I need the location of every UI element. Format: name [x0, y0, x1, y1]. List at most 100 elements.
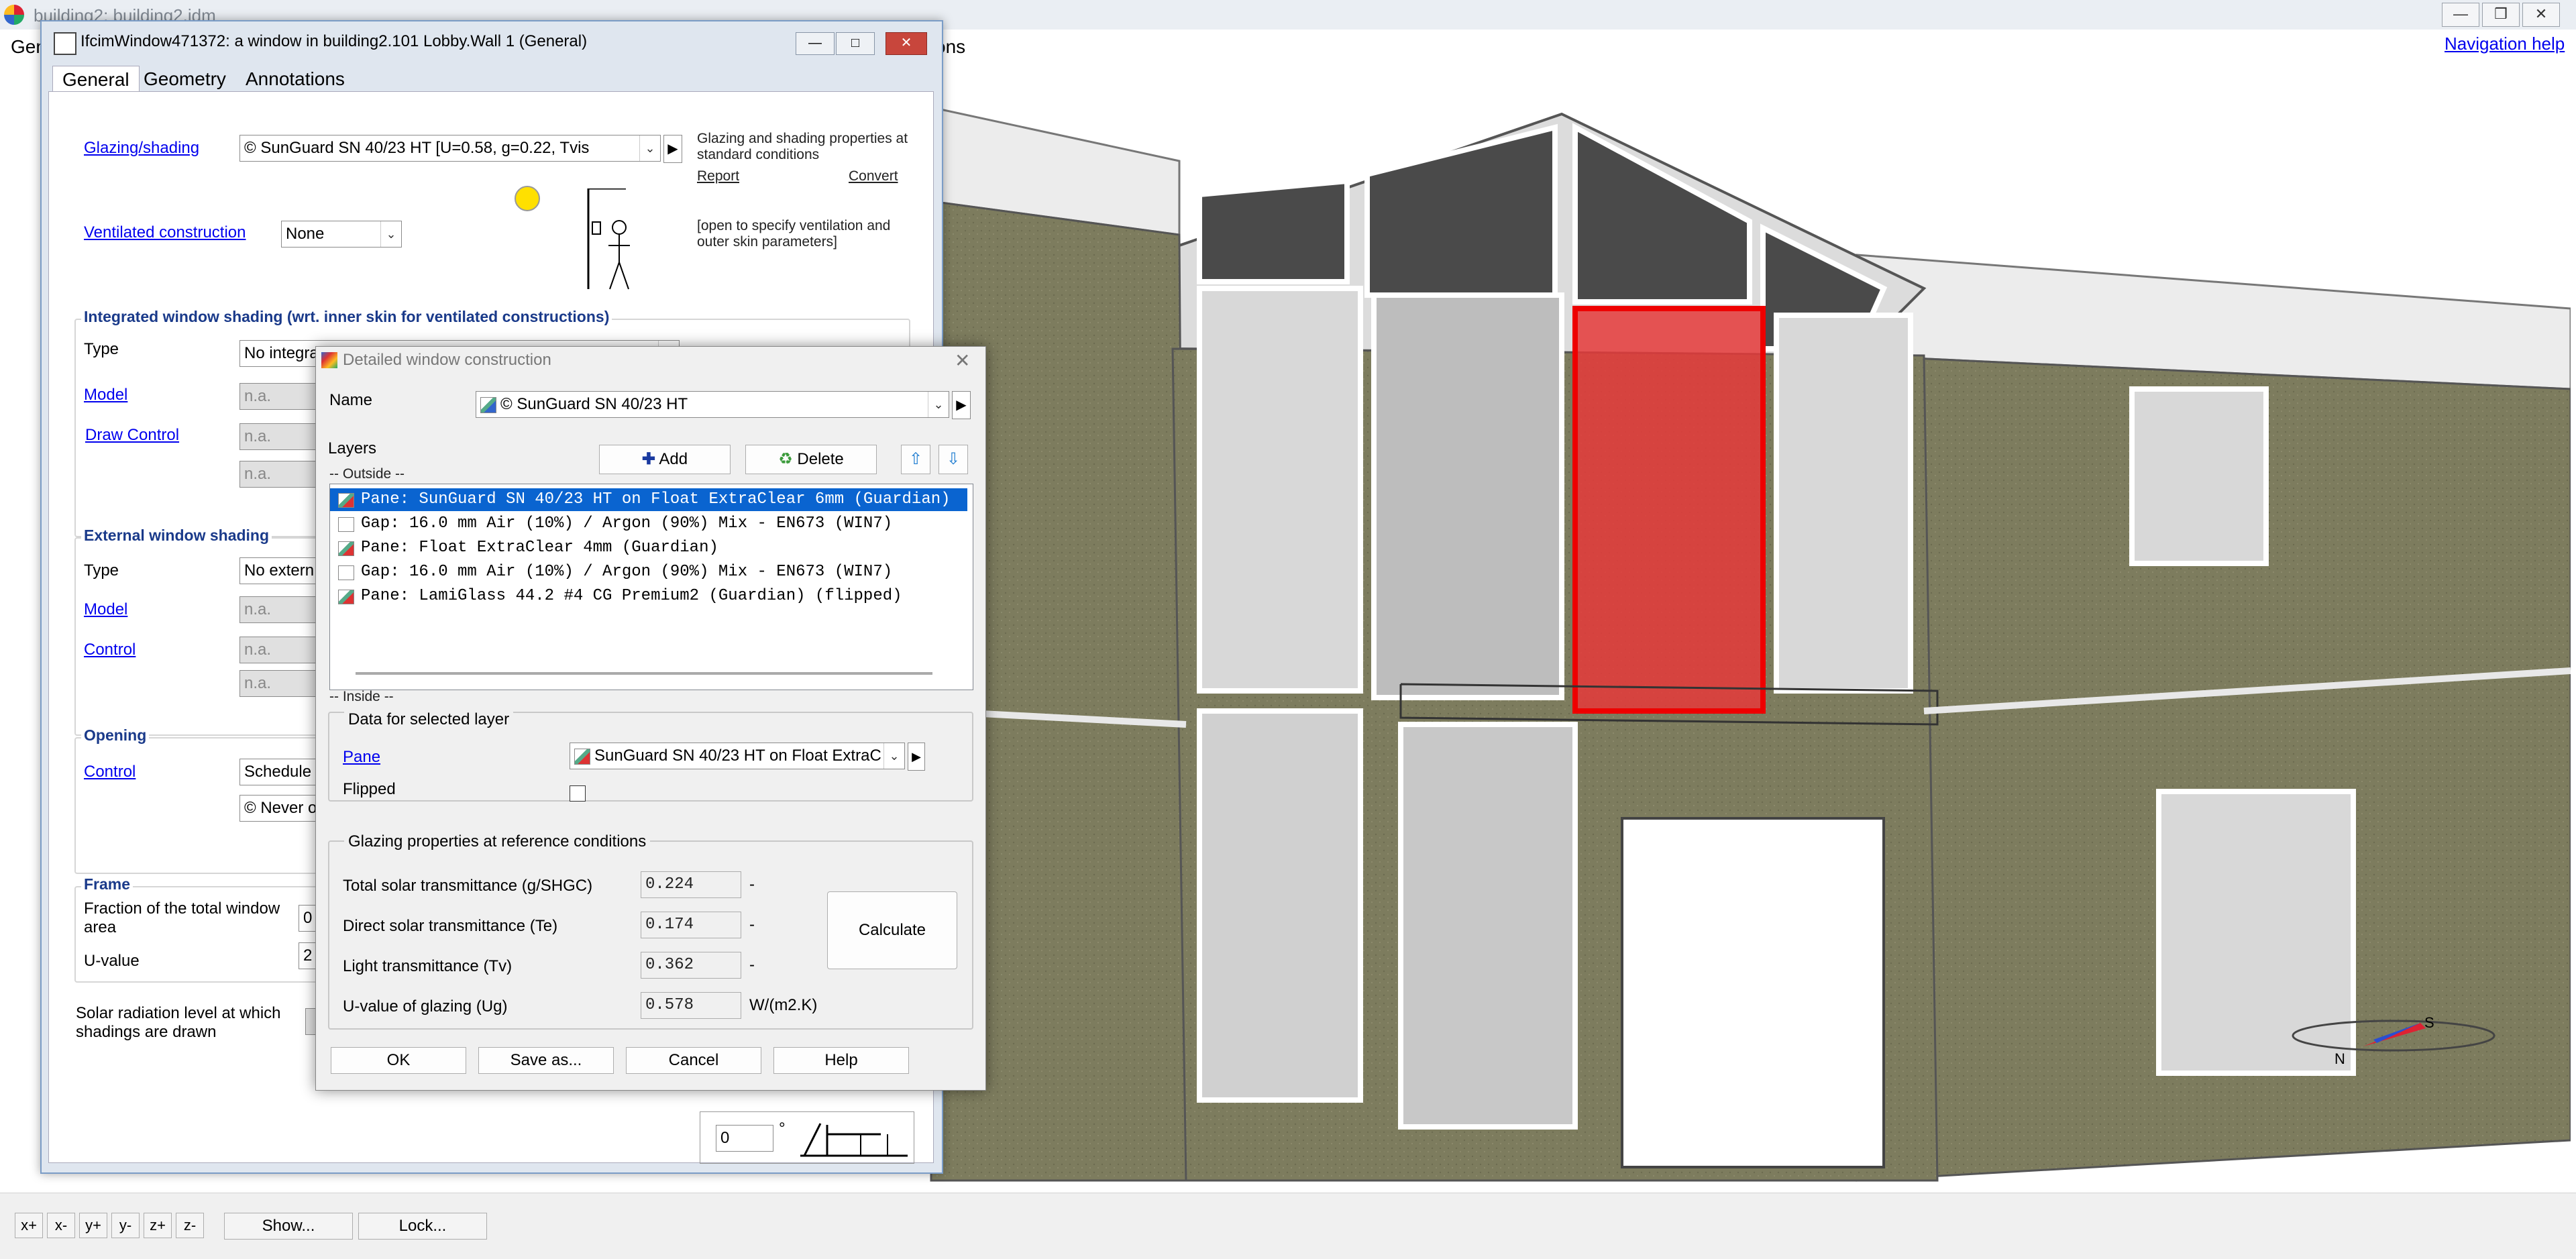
integrated-type-label: Type — [84, 340, 119, 358]
layers-label: Layers — [328, 439, 377, 457]
integrated-draw-field: n.a. — [239, 423, 320, 450]
pane-layer-icon — [338, 590, 354, 604]
glazing-property-unit: - — [749, 875, 755, 893]
layer-row[interactable]: Gap: 16.0 mm Air (10%) / Argon (90%) Mix… — [330, 561, 967, 584]
arrow-up-icon: ⇧ — [908, 450, 923, 468]
ventilated-combo[interactable]: None ⌄ — [281, 221, 402, 248]
external-shading-title: External window shading — [81, 527, 272, 545]
calculate-button[interactable]: Calculate — [827, 891, 957, 969]
glazing-property-label: Total solar transmittance (g/SHGC) — [343, 877, 593, 895]
dialog-app-icon — [321, 352, 337, 368]
opening-never-combo[interactable]: © Never o — [239, 795, 320, 822]
detailed-window-construction-dialog: Detailed window construction ✕ Name © Su… — [315, 346, 986, 1091]
name-combo-value: © SunGuard SN 40/23 HT — [500, 395, 688, 413]
restore-button[interactable]: ❒ — [2482, 3, 2520, 27]
pane-arrow-button[interactable]: ▶ — [908, 743, 925, 771]
glazing-shading-link[interactable]: Glazing/shading — [84, 139, 199, 158]
external-model-field: n.a. — [239, 596, 320, 623]
opening-control-link[interactable]: Control — [84, 763, 136, 781]
layer-row-text: Pane: Float ExtraClear 4mm (Guardian) — [361, 539, 718, 557]
pane-icon — [574, 749, 590, 765]
outside-label: -- Outside -- — [329, 466, 405, 482]
name-label: Name — [329, 391, 373, 409]
move-up-button[interactable]: ⇧ — [901, 445, 930, 474]
frame-fraction-label: Fraction of the total window area — [84, 899, 280, 936]
tab-annotations[interactable]: Annotations — [236, 66, 354, 93]
app-logo-icon — [4, 5, 24, 25]
nav-y-plus-button[interactable]: y+ — [79, 1213, 107, 1238]
save-as-button[interactable]: Save as... — [478, 1047, 614, 1074]
glazing-arrow-button[interactable]: ▶ — [663, 135, 682, 163]
layer-row-text: Gap: 16.0 mm Air (10%) / Argon (90%) Mix… — [361, 563, 893, 581]
close-button[interactable]: ✕ — [2522, 3, 2560, 27]
layer-row-text: Pane: LamiGlass 44.2 #4 CG Premium2 (Gua… — [361, 587, 902, 605]
dialog-close-icon[interactable]: ✕ — [955, 349, 970, 372]
integrated-draw-field-2: n.a. — [239, 461, 320, 488]
pane-combo[interactable]: SunGuard SN 40/23 HT on Float ExtraC ⌄ — [570, 743, 905, 769]
pane-combo-value: SunGuard SN 40/23 HT on Float ExtraC — [594, 747, 881, 765]
prop-close-button[interactable]: ✕ — [885, 32, 927, 55]
flipped-label: Flipped — [343, 780, 396, 798]
add-layer-label: Add — [659, 450, 688, 468]
nav-z-plus-button[interactable]: z+ — [144, 1213, 172, 1238]
layer-row[interactable]: Gap: 16.0 mm Air (10%) / Argon (90%) Mix… — [330, 512, 967, 535]
pane-layer-icon — [338, 541, 354, 556]
recycle-icon: ♻ — [778, 450, 793, 468]
compass-n-label: N — [2334, 1050, 2345, 1067]
prop-window-title: IfcimWindow471372: a window in building2… — [80, 32, 588, 50]
glazing-property-label: Light transmittance (Tv) — [343, 957, 513, 975]
glazing-description: Glazing and shading properties at standa… — [697, 131, 908, 162]
add-layer-button[interactable]: ✚ Add — [599, 445, 731, 474]
prop-minimize-button[interactable]: — — [796, 32, 835, 55]
cancel-button[interactable]: Cancel — [626, 1047, 761, 1074]
inside-label: -- Inside -- — [329, 689, 394, 704]
convert-link[interactable]: Convert — [849, 168, 898, 184]
integrated-shading-title: Integrated window shading (wrt. inner sk… — [81, 308, 612, 326]
layers-list[interactable]: Pane: SunGuard SN 40/23 HT on Float Extr… — [329, 484, 973, 690]
gap-layer-icon — [338, 517, 354, 532]
layer-row[interactable]: Pane: Float ExtraClear 4mm (Guardian) — [330, 537, 967, 559]
sun-icon — [515, 186, 540, 211]
navigation-help-link[interactable]: Navigation help — [2445, 34, 2565, 54]
pane-link[interactable]: Pane — [343, 748, 380, 767]
external-type-label: Type — [84, 561, 119, 580]
move-down-button[interactable]: ⇩ — [938, 445, 968, 474]
integrated-model-link[interactable]: Model — [84, 386, 127, 404]
show-button[interactable]: Show... — [224, 1213, 353, 1240]
tab-geometry[interactable]: Geometry — [134, 66, 235, 93]
minimize-button[interactable]: — — [2442, 3, 2479, 27]
chevron-down-icon: ⌄ — [883, 743, 904, 769]
horizontal-scrollbar[interactable] — [356, 672, 932, 675]
external-type-combo[interactable]: No extern — [239, 557, 320, 584]
flipped-checkbox[interactable] — [570, 785, 586, 802]
nav-z-minus-button[interactable]: z- — [176, 1213, 204, 1238]
nav-x-minus-button[interactable]: x- — [47, 1213, 75, 1238]
glazing-property-unit: W/(m2.K) — [749, 996, 818, 1014]
ventilated-construction-link[interactable]: Ventilated construction — [84, 223, 246, 242]
ok-button[interactable]: OK — [331, 1047, 466, 1074]
nav-y-minus-button[interactable]: y- — [111, 1213, 140, 1238]
nav-x-plus-button[interactable]: x+ — [15, 1213, 43, 1238]
glazing-property-value: 0.362 — [641, 952, 741, 979]
prop-maximize-button[interactable]: □ — [836, 32, 875, 55]
external-control-link[interactable]: Control — [84, 641, 136, 659]
tab-general[interactable]: General — [52, 66, 140, 93]
angle-field[interactable]: 0 — [716, 1125, 773, 1152]
glazing-combo[interactable]: © SunGuard SN 40/23 HT [U=0.58, g=0.22, … — [239, 135, 661, 162]
help-button[interactable]: Help — [773, 1047, 909, 1074]
solar-level-label: Solar radiation level at which shadings … — [76, 1004, 281, 1041]
delete-layer-button[interactable]: ♻ Delete — [745, 445, 877, 474]
layer-row[interactable]: Pane: LamiGlass 44.2 #4 CG Premium2 (Gua… — [330, 585, 967, 608]
glazing-property-label: Direct solar transmittance (Te) — [343, 917, 558, 935]
layer-row[interactable]: Pane: SunGuard SN 40/23 HT on Float Extr… — [330, 488, 967, 511]
name-arrow-button[interactable]: ▶ — [952, 391, 971, 419]
glazing-property-value: 0.224 — [641, 871, 741, 898]
external-model-link[interactable]: Model — [84, 600, 127, 619]
frame-title: Frame — [81, 875, 133, 893]
glazing-property-label: U-value of glazing (Ug) — [343, 997, 508, 1016]
name-combo[interactable]: © SunGuard SN 40/23 HT ⌄ — [476, 391, 949, 418]
report-link[interactable]: Report — [697, 168, 739, 184]
opening-control-combo[interactable]: Schedule — [239, 759, 320, 785]
integrated-draw-control-link[interactable]: Draw Control — [85, 426, 179, 445]
lock-button[interactable]: Lock... — [358, 1213, 487, 1240]
